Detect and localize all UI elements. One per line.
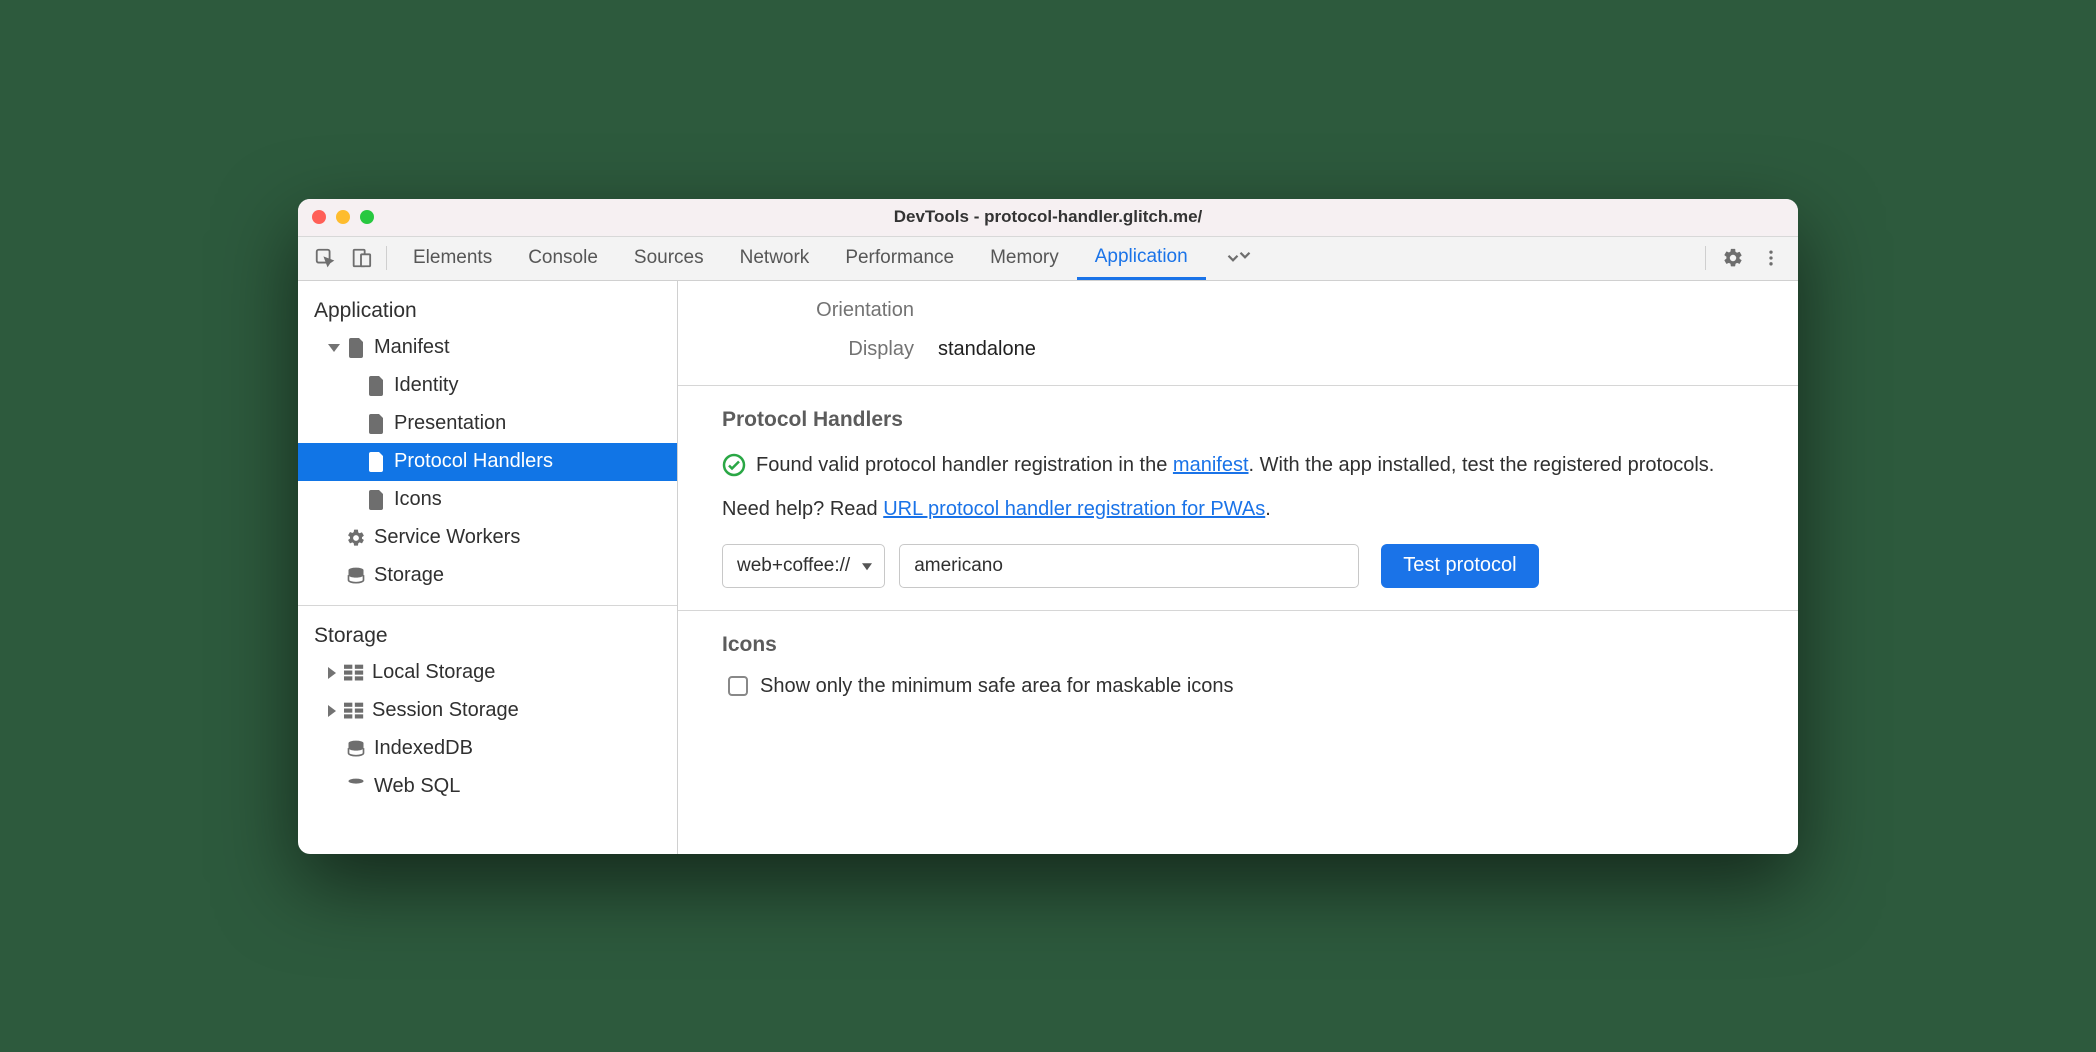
sidebar-item-label: Service Workers [374,526,520,549]
gear-icon [346,528,366,548]
file-icon [368,376,386,396]
tab-performance[interactable]: Performance [827,236,972,280]
table-icon [344,664,364,682]
icons-title: Icons [722,633,1754,657]
sidebar-item-label: Protocol Handlers [394,450,553,473]
file-icon [368,490,386,510]
toolbar-right [1699,241,1788,275]
sidebar-item-label: Icons [394,488,442,511]
sidebar-item-label: Web SQL [374,775,460,798]
window-title: DevTools - protocol-handler.glitch.me/ [298,207,1798,227]
database-icon [346,566,366,586]
status-text-suffix: . With the app installed, test the regis… [1249,454,1715,476]
file-icon [348,338,366,358]
device-toggle-icon[interactable] [344,241,378,275]
sidebar-item-storage[interactable]: Storage [298,557,677,595]
sidebar-item-label: Storage [374,564,444,587]
help-text-suffix: . [1265,498,1271,520]
file-icon [368,414,386,434]
toolbar-separator [1705,246,1706,270]
sidebar-item-label: Identity [394,374,458,397]
test-protocol-form: web+coffee:// Test protocol [722,544,1754,588]
maskable-checkbox-label: Show only the minimum safe area for mask… [760,675,1234,698]
check-circle-icon [722,453,746,477]
devtools-window: DevTools - protocol-handler.glitch.me/ E… [298,199,1798,854]
database-icon [346,777,366,797]
help-text-prefix: Need help? Read [722,498,883,520]
sidebar-divider [298,605,677,606]
protocol-select[interactable]: web+coffee:// [722,544,885,588]
kv-orientation: Orientation [678,291,1798,330]
protocol-input[interactable] [899,544,1359,588]
sidebar-item-local-storage[interactable]: Local Storage [298,654,677,692]
database-icon [346,739,366,759]
panel-tabs: Elements Console Sources Network Perform… [395,236,1697,280]
sidebar-item-protocol-handlers[interactable]: Protocol Handlers [298,443,677,481]
protocol-handlers-section: Protocol Handlers Found valid protocol h… [678,386,1798,610]
file-icon [368,452,386,472]
more-tabs-button[interactable] [1206,236,1272,280]
main-panel: Orientation Display standalone Protocol … [678,281,1798,854]
registration-status: Found valid protocol handler registratio… [722,450,1754,480]
tab-sources[interactable]: Sources [616,236,722,280]
sidebar-item-label: Local Storage [372,661,495,684]
more-options-icon[interactable] [1754,241,1788,275]
maskable-checkbox[interactable] [728,676,748,696]
titlebar: DevTools - protocol-handler.glitch.me/ [298,199,1798,237]
main-toolbar: Elements Console Sources Network Perform… [298,237,1798,281]
sidebar-item-icons[interactable]: Icons [298,481,677,519]
manifest-link[interactable]: manifest [1173,454,1249,476]
sidebar-item-presentation[interactable]: Presentation [298,405,677,443]
sidebar-item-label: IndexedDB [374,737,473,760]
toolbar-separator [386,246,387,270]
tab-elements[interactable]: Elements [395,236,510,280]
settings-icon[interactable] [1716,241,1750,275]
test-protocol-button[interactable]: Test protocol [1381,544,1538,588]
sidebar-item-session-storage[interactable]: Session Storage [298,692,677,730]
display-label: Display [678,338,938,361]
icons-section: Icons Show only the minimum safe area fo… [678,611,1798,720]
table-icon [344,702,364,720]
sidebar-item-indexeddb[interactable]: IndexedDB [298,730,677,768]
sidebar-item-service-workers[interactable]: Service Workers [298,519,677,557]
chevron-right-icon [328,667,336,679]
sidebar-item-identity[interactable]: Identity [298,367,677,405]
chevron-right-icon [328,705,336,717]
inspect-element-icon[interactable] [308,241,342,275]
maskable-checkbox-row[interactable]: Show only the minimum safe area for mask… [722,675,1754,698]
display-value: standalone [938,338,1036,361]
tab-network[interactable]: Network [722,236,828,280]
sidebar-item-label: Session Storage [372,699,519,722]
help-line: Need help? Read URL protocol handler reg… [722,494,1754,524]
sidebar-section-application: Application [298,291,677,329]
sidebar-item-manifest[interactable]: Manifest [298,329,677,367]
sidebar-item-label: Presentation [394,412,506,435]
tab-application[interactable]: Application [1077,236,1206,280]
sidebar-item-websql[interactable]: Web SQL [298,768,677,806]
status-text-prefix: Found valid protocol handler registratio… [756,454,1173,476]
sidebar-item-label: Manifest [374,336,450,359]
protocol-handlers-title: Protocol Handlers [722,408,1754,432]
orientation-label: Orientation [678,299,938,322]
tab-console[interactable]: Console [510,236,616,280]
content-area: Application Manifest Identity Presentati… [298,281,1798,854]
protocol-select-value: web+coffee:// [737,555,850,577]
kv-display: Display standalone [678,330,1798,385]
sidebar-section-storage: Storage [298,616,677,654]
help-link[interactable]: URL protocol handler registration for PW… [883,498,1265,520]
application-sidebar: Application Manifest Identity Presentati… [298,281,678,854]
tab-memory[interactable]: Memory [972,236,1077,280]
chevron-down-icon [328,344,340,352]
